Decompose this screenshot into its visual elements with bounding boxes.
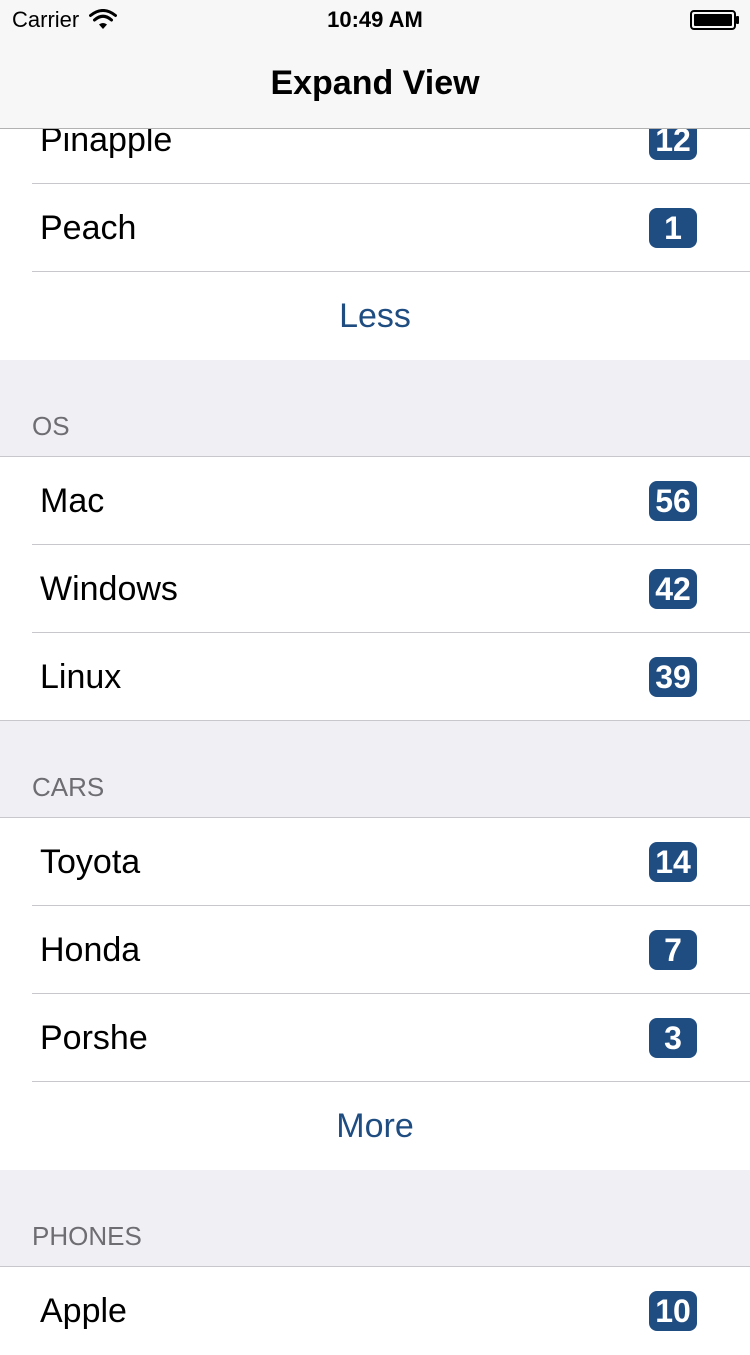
row-label: Toyota [40,843,141,881]
count-badge: 7 [649,930,697,970]
count-badge: 39 [649,657,697,697]
row-label: Mac [40,482,105,520]
section-cars: Toyota 14 Honda 7 Porshe 3 More [0,818,750,1170]
table-row[interactable]: Linux 39 [0,633,750,720]
table-row[interactable]: Windows 42 [0,545,750,633]
count-badge: 3 [649,1018,697,1058]
count-badge: 56 [649,481,697,521]
status-bar: Carrier 10:49 AM [0,0,750,40]
less-button[interactable]: Less [0,272,750,360]
page-title: Expand View [270,64,480,102]
row-label: Windows [40,570,178,608]
table-row[interactable]: Apple 10 [0,1267,750,1355]
row-label: Peach [40,209,137,247]
count-badge: 10 [649,1291,697,1331]
section-header-phones: PHONES [0,1170,750,1267]
section-header-os: OS [0,360,750,457]
row-label: Honda [40,931,141,969]
status-time: 10:49 AM [327,7,423,32]
row-label: Apple [40,1292,127,1330]
section-header-label: CARS [32,772,105,802]
battery-icon [690,10,739,30]
table-row[interactable]: Honda 7 [0,906,750,994]
section-fruits: Pinapple 12 Peach 1 Less [0,96,750,360]
count-badge: 14 [649,842,697,882]
row-label: Porshe [40,1019,148,1057]
navigation-bar: Expand View [0,40,750,129]
row-divider [32,1081,750,1082]
table-view[interactable]: Pinapple 12 Peach 1 Less OS Mac 56 Windo… [0,96,750,1355]
count-badge: 42 [649,569,697,609]
section-header-label: PHONES [32,1221,142,1251]
section-os: Mac 56 Windows 42 Linux 39 [0,457,750,721]
more-button[interactable]: More [0,1082,750,1170]
row-label: Linux [40,658,122,696]
table-row[interactable]: Mac 56 [0,457,750,545]
row-divider [32,271,750,272]
table-row[interactable]: Toyota 14 [0,818,750,906]
table-row[interactable]: Peach 1 [0,184,750,272]
section-header-label: OS [32,411,70,441]
count-badge: 1 [649,208,697,248]
table-row[interactable]: Porshe 3 [0,994,750,1082]
section-header-cars: CARS [0,721,750,818]
section-phones: Apple 10 [0,1267,750,1355]
